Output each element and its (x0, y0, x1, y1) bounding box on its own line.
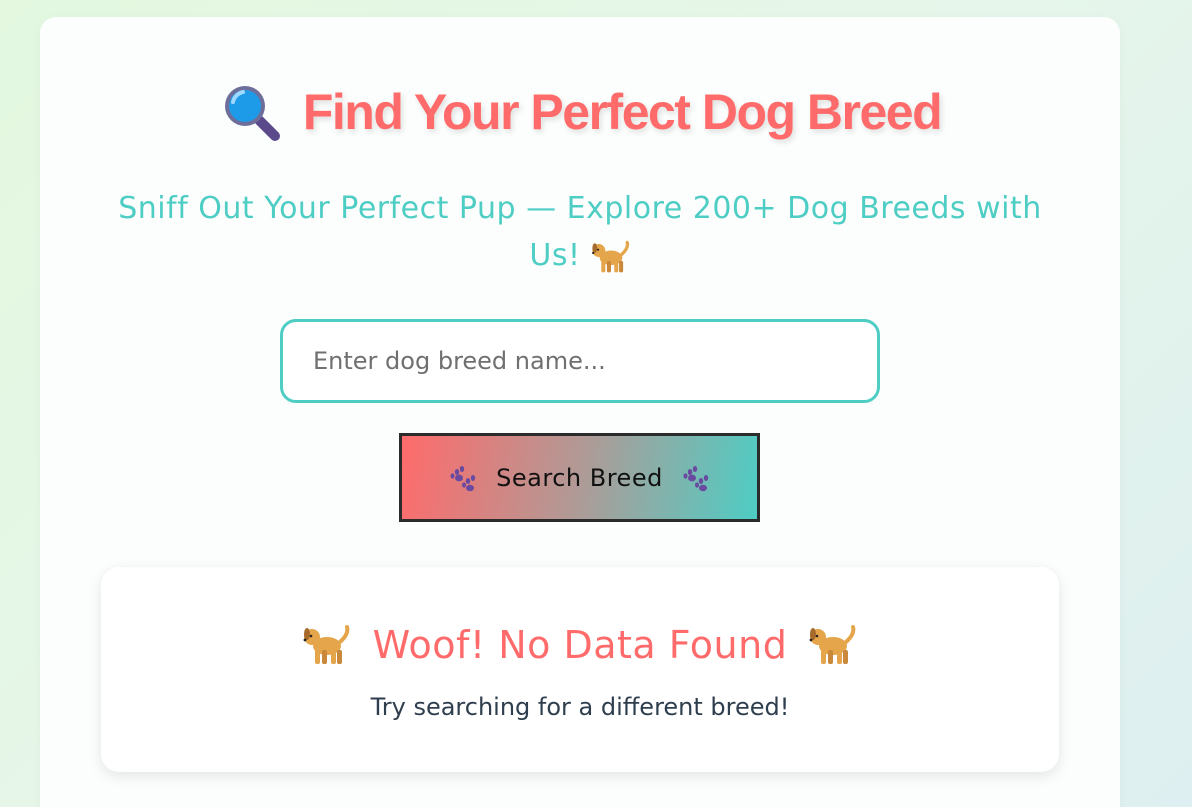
dog-icon (591, 240, 631, 274)
dog-icon (809, 624, 857, 666)
dog-icon (303, 624, 351, 666)
magnifier-icon (219, 80, 283, 144)
search-button-label: Search Breed (496, 463, 663, 492)
result-title: Woof! No Data Found (372, 623, 788, 667)
paw-prints-icon (448, 464, 478, 492)
result-card: Woof! No Data Found Try searching for a … (101, 567, 1059, 772)
page-header: Find Your Perfect Dog Breed (0, 80, 1160, 148)
page-subtitle: Sniff Out Your Perfect Pup — Explore 200… (105, 185, 1055, 279)
page-title-wrapper: Find Your Perfect Dog Breed (219, 80, 943, 144)
breed-search-input[interactable] (280, 319, 880, 403)
search-breed-button[interactable]: Search Breed (399, 433, 760, 522)
result-message: Try searching for a different breed! (370, 693, 790, 721)
subtitle-text: Sniff Out Your Perfect Pup — Explore 200… (118, 191, 1042, 273)
result-title-row: Woof! No Data Found (101, 623, 1059, 667)
paw-prints-icon (681, 464, 711, 492)
page-title: Find Your Perfect Dog Breed (302, 84, 943, 140)
